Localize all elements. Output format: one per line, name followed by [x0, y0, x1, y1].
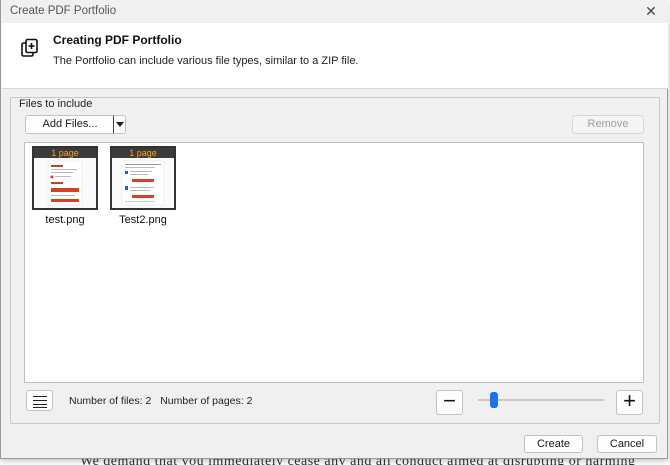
cancel-button[interactable]: Cancel — [597, 435, 657, 453]
list-view-icon-line — [33, 400, 47, 401]
list-view-toggle-button[interactable] — [26, 390, 53, 411]
dialog-header: Creating PDF Portfolio The Portfolio can… — [2, 23, 668, 89]
file-preview-image — [112, 158, 174, 208]
zoom-in-button[interactable]: + — [616, 390, 643, 415]
add-files-dropdown-button[interactable] — [113, 115, 126, 134]
list-view-icon-line — [33, 404, 47, 405]
file-name-label: test.png — [45, 214, 85, 226]
file-preview-image — [34, 158, 96, 208]
file-name-label: Test2.png — [119, 214, 167, 226]
list-view-icon-line — [33, 407, 47, 408]
number-of-files: Number of files: 2 — [69, 395, 152, 407]
close-icon[interactable]: ✕ — [642, 2, 660, 20]
remove-button[interactable]: Remove — [572, 115, 644, 134]
add-files-button[interactable]: Add Files... — [25, 115, 114, 134]
header-description: The Portfolio can include various file t… — [53, 55, 359, 67]
number-of-pages: Number of pages: 2 — [160, 395, 253, 407]
file-counts: Number of files: 2 Number of pages: 2 — [69, 395, 258, 407]
page-count-badge: 1 page — [112, 148, 174, 158]
create-button[interactable]: Create — [524, 435, 583, 453]
file-thumbnail-test-png[interactable]: 1 page — [32, 146, 98, 210]
zoom-out-button[interactable]: − — [436, 390, 463, 415]
chevron-down-icon — [116, 122, 124, 127]
portfolio-add-icon — [21, 38, 38, 57]
zoom-slider-thumb[interactable] — [489, 392, 498, 408]
files-group-legend: Files to include — [17, 98, 95, 110]
page-count-badge: 1 page — [34, 148, 96, 158]
header-title: Creating PDF Portfolio — [53, 33, 182, 47]
window-title: Create PDF Portfolio — [10, 5, 117, 17]
list-view-icon — [33, 396, 47, 397]
title-bar: Create PDF Portfolio ✕ — [1, 0, 669, 23]
file-thumbnail-test2-png[interactable]: 1 page — [110, 146, 176, 210]
